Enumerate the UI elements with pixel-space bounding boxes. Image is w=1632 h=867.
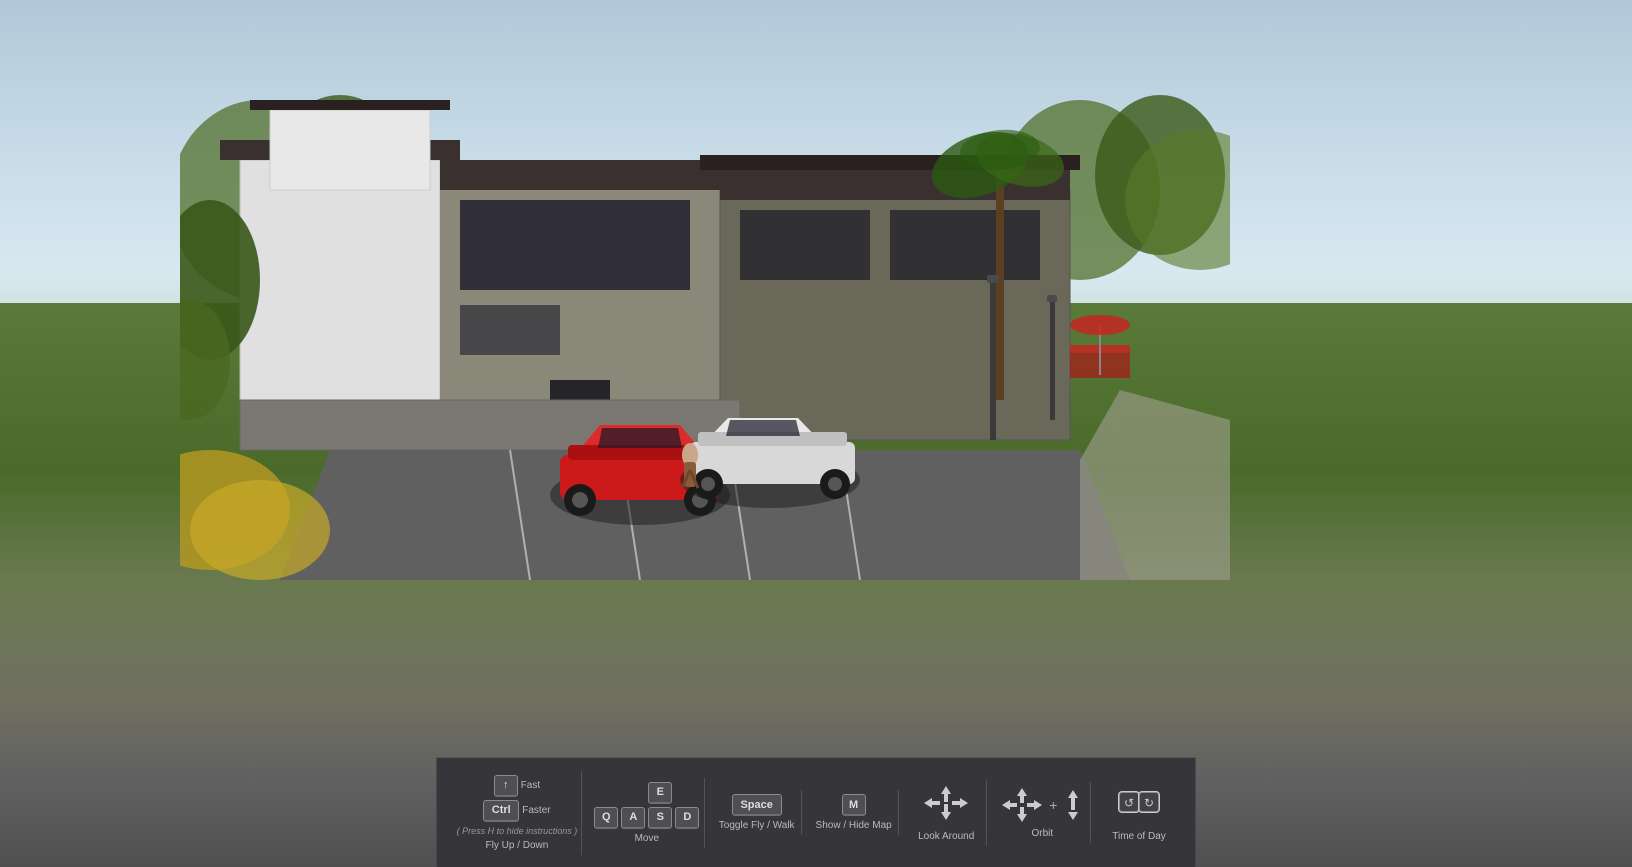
move-label: Move — [635, 833, 659, 844]
key-a: A — [621, 807, 645, 829]
key-ctrl: Ctrl — [483, 800, 519, 822]
hud-section-map: M Show / Hide Map — [810, 790, 899, 835]
look-label: Look Around — [918, 831, 974, 842]
orbit-cross-icon — [1000, 786, 1044, 824]
fly-keys-row2: Ctrl Faster — [483, 800, 550, 822]
timeofday-icon: ↺ ↻ — [1117, 784, 1161, 827]
hud-panel: ↑ Fast Ctrl Faster ( Press H to hide ins… — [436, 757, 1196, 867]
svg-text:↻: ↻ — [1144, 796, 1154, 810]
fast-label: Fast — [521, 780, 540, 791]
fly-keys-row1: ↑ Fast — [494, 775, 540, 797]
hud-section-look: Look Around — [907, 780, 987, 846]
toggle-keys: Space — [732, 794, 782, 816]
key-space: Space — [732, 794, 782, 816]
hud-section-fly: ↑ Fast Ctrl Faster ( Press H to hide ins… — [453, 771, 582, 855]
look-icon — [922, 784, 970, 827]
key-s: S — [648, 807, 672, 829]
orbit-vert-icon — [1062, 788, 1084, 822]
hud-section-move: E Q A S D Move — [590, 778, 705, 848]
fly-hint: ( Press H to hide instructions ) — [457, 826, 578, 836]
move-row-qwasd: Q A S D — [594, 807, 699, 829]
fly-label: Fly Up / Down — [486, 840, 549, 851]
map-keys: M — [842, 794, 866, 816]
key-e: E — [648, 782, 672, 804]
map-label: Show / Hide Map — [816, 820, 892, 831]
key-q: Q — [594, 807, 618, 829]
hud-section-orbit: + Orbit — [995, 782, 1091, 843]
orbit-icon-group: + — [1000, 786, 1084, 824]
timeofday-label: Time of Day — [1112, 831, 1166, 842]
move-row-e: E — [621, 782, 672, 804]
fly-keys: ↑ Fast Ctrl Faster — [483, 775, 550, 822]
orbit-plus: + — [1049, 797, 1057, 813]
hud-section-timeofday: ↺ ↻ Time of Day — [1099, 780, 1179, 846]
hud-section-toggle: Space Toggle Fly / Walk — [713, 790, 802, 835]
orbit-label: Orbit — [1032, 828, 1054, 839]
svg-text:↺: ↺ — [1124, 796, 1134, 810]
viewport: ↑ Fast Ctrl Faster ( Press H to hide ins… — [0, 0, 1632, 867]
faster-label: Faster — [522, 805, 550, 816]
key-m: M — [842, 794, 866, 816]
key-d: D — [675, 807, 699, 829]
toggle-label: Toggle Fly / Walk — [719, 820, 795, 831]
move-keys: E Q A S D — [594, 782, 699, 829]
key-up-arrow: ↑ — [494, 775, 518, 797]
scene-svg — [180, 80, 1230, 580]
